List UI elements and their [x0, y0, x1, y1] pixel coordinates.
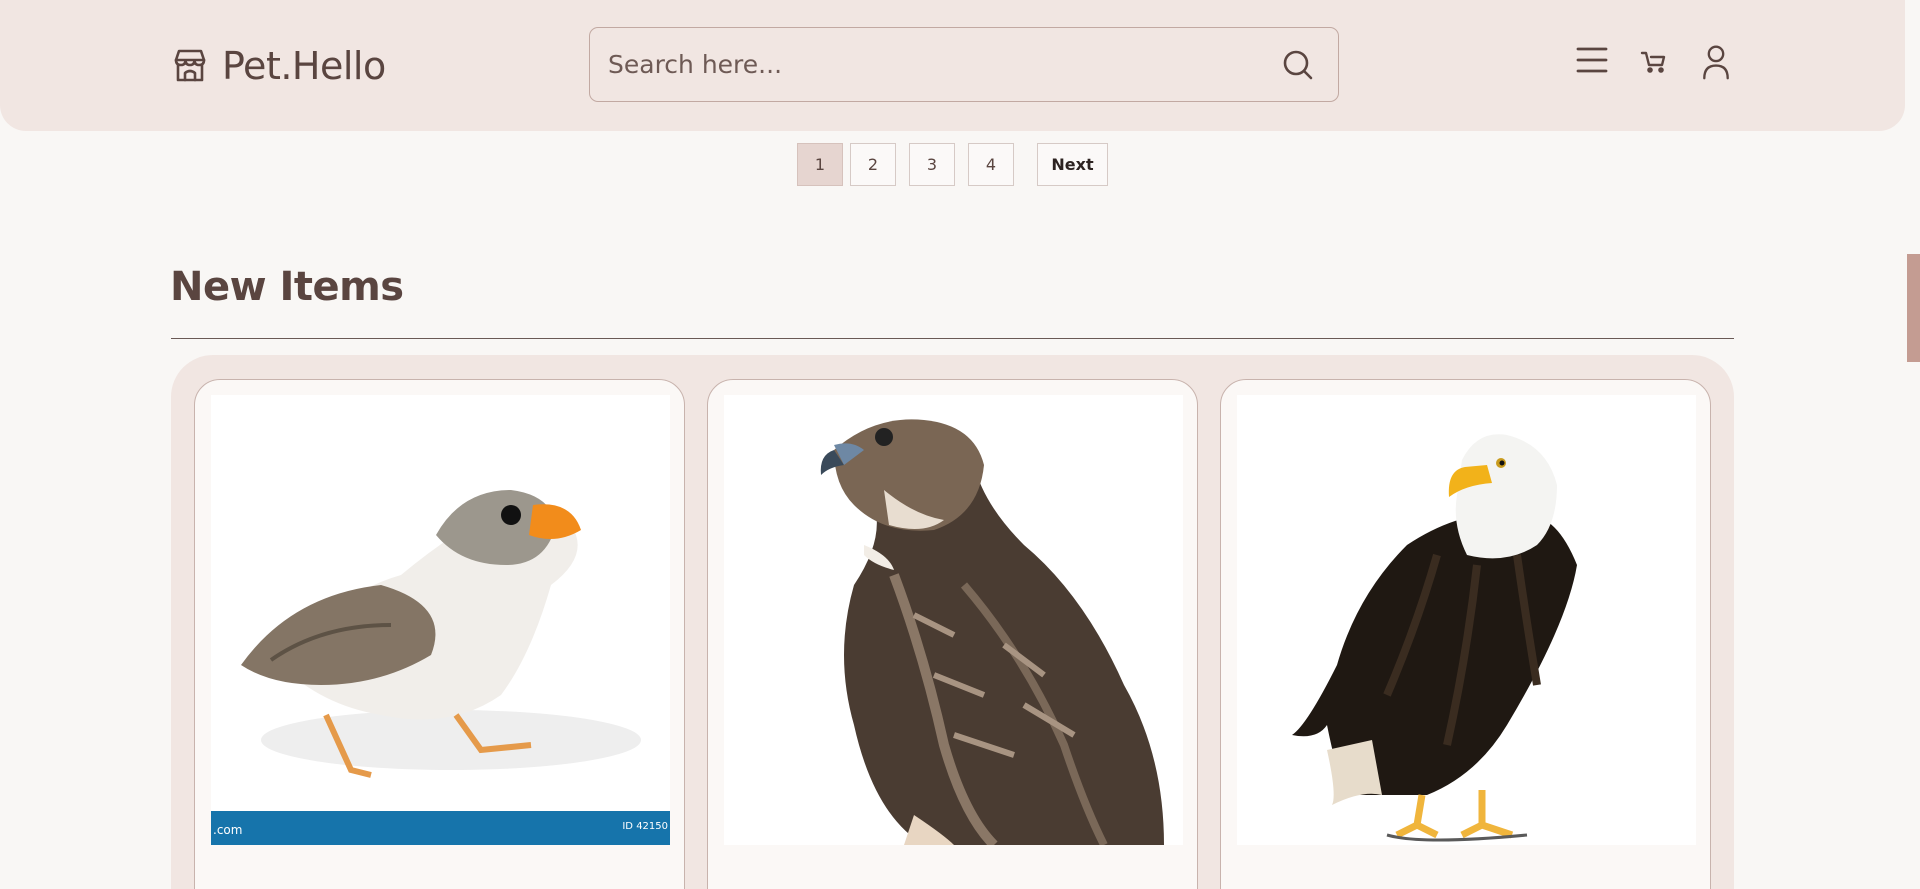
page-button-3[interactable]: 3 — [909, 143, 955, 186]
page-scrollbar[interactable] — [1905, 0, 1920, 889]
user-icon[interactable] — [1698, 44, 1734, 80]
search-box — [589, 27, 1339, 102]
search-input[interactable] — [608, 28, 1248, 100]
product-card[interactable] — [707, 379, 1198, 889]
product-card[interactable] — [1220, 379, 1711, 889]
product-image-hawk[interactable] — [724, 395, 1183, 845]
new-items-grid: .com ID 42150 — [171, 355, 1734, 889]
page-button-1[interactable]: 1 — [797, 143, 843, 186]
product-image-eagle[interactable] — [1237, 395, 1696, 845]
search-icon[interactable] — [1282, 49, 1314, 81]
scrollbar-thumb[interactable] — [1907, 254, 1920, 362]
product-card[interactable]: .com ID 42150 — [194, 379, 685, 889]
eagle-image — [1237, 395, 1696, 845]
finch-image — [211, 395, 670, 845]
watermark-bar: .com ID 42150 — [211, 811, 670, 845]
site-header: Pet.Hello — [0, 0, 1905, 131]
brand-name: Pet.Hello — [222, 44, 386, 88]
watermark-text: .com — [213, 823, 243, 837]
watermark-id: ID 42150 — [622, 821, 668, 832]
brand-logo[interactable]: Pet.Hello — [170, 44, 386, 88]
section-divider — [171, 338, 1734, 339]
store-icon — [174, 49, 206, 82]
next-page-button[interactable]: Next — [1037, 143, 1108, 186]
hawk-image — [724, 395, 1183, 845]
page-button-4[interactable]: 4 — [968, 143, 1014, 186]
menu-icon[interactable] — [1574, 42, 1610, 78]
product-image-finch[interactable]: .com ID 42150 — [211, 395, 670, 845]
section-title: New Items — [170, 264, 404, 310]
cart-icon[interactable] — [1636, 42, 1672, 78]
page-button-2[interactable]: 2 — [850, 143, 896, 186]
